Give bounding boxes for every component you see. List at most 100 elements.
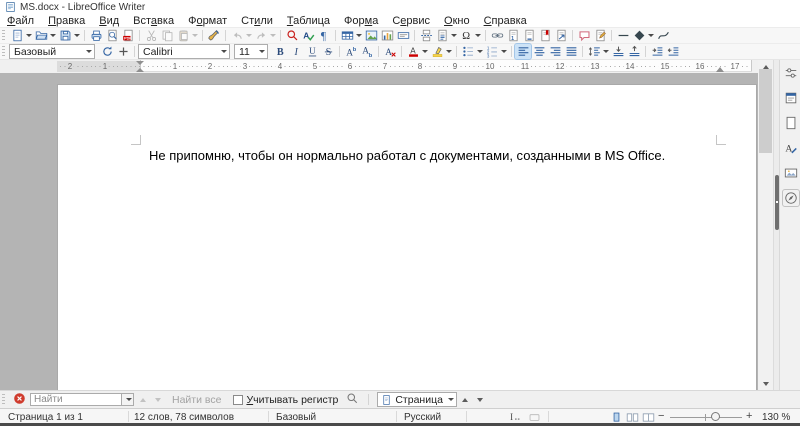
freeform-line-button[interactable] — [655, 28, 671, 43]
toolbar-grip[interactable] — [2, 394, 5, 405]
word-count-status[interactable]: 12 слов, 78 символов — [134, 412, 234, 423]
copy-button[interactable] — [159, 28, 175, 43]
zoom-in-button[interactable]: + — [746, 410, 752, 422]
insert-image-button[interactable] — [363, 28, 379, 43]
chevron-down-icon[interactable] — [356, 34, 362, 37]
zoom-slider-track[interactable] — [670, 417, 742, 418]
font-name-combobox[interactable]: Calibri — [138, 44, 230, 59]
zoom-level-status[interactable]: 130 % — [762, 412, 790, 423]
strikethrough-button[interactable]: S — [320, 44, 336, 59]
navigate-next-button[interactable] — [474, 393, 487, 406]
page-break-button[interactable] — [418, 28, 434, 43]
chevron-down-icon[interactable] — [648, 34, 654, 37]
book-view-button[interactable] — [642, 411, 655, 426]
multi-page-view-button[interactable] — [626, 411, 639, 426]
cross-reference-button[interactable] — [553, 28, 569, 43]
justify-button[interactable] — [563, 44, 579, 59]
comment-button[interactable] — [576, 28, 592, 43]
search-history-dropdown[interactable] — [122, 393, 134, 406]
para-space-inc-button[interactable] — [610, 44, 626, 59]
highlight-color-button[interactable] — [429, 44, 453, 59]
insert-line-button[interactable] — [615, 28, 631, 43]
find-next-button[interactable] — [151, 393, 164, 406]
italic-button[interactable]: I — [288, 44, 304, 59]
left-indent-marker[interactable] — [136, 68, 144, 72]
find-all-button[interactable]: Найти все — [172, 394, 221, 406]
paste-button[interactable] — [175, 28, 199, 43]
print-preview-button[interactable] — [104, 28, 120, 43]
toolbar-grip[interactable] — [2, 30, 5, 41]
export-pdf-button[interactable]: PDF — [120, 28, 136, 43]
indent-dec-button[interactable] — [665, 44, 681, 59]
search-input[interactable] — [30, 393, 122, 406]
find-and-replace-button[interactable] — [346, 392, 359, 408]
chevron-down-icon[interactable] — [477, 50, 483, 53]
zoom-slider-thumb[interactable] — [711, 412, 720, 421]
special-char-button[interactable]: Ω — [458, 28, 482, 43]
single-page-view-button[interactable] — [610, 411, 623, 426]
menu-edit[interactable]: Правка — [43, 15, 90, 27]
bold-button[interactable]: B — [272, 44, 288, 59]
subscript-button[interactable]: Ab — [359, 44, 375, 59]
menu-format[interactable]: Формат — [183, 15, 232, 27]
align-right-button[interactable] — [547, 44, 563, 59]
sidebar-tab-sidebar-settings[interactable] — [780, 60, 800, 85]
align-center-button[interactable] — [531, 44, 547, 59]
selection-mode-status[interactable] — [528, 411, 541, 426]
menu-insert[interactable]: Вставка — [128, 15, 179, 27]
menu-file[interactable]: Файл — [2, 15, 39, 27]
font-size-combobox[interactable]: 11 — [234, 44, 268, 59]
chevron-down-icon[interactable] — [192, 34, 198, 37]
print-button[interactable] — [88, 28, 104, 43]
menu-styles[interactable]: Стили — [236, 15, 278, 27]
clear-formatting-button[interactable]: A — [382, 44, 398, 59]
toolbar-grip[interactable] — [2, 46, 5, 57]
find-previous-button[interactable] — [136, 393, 149, 406]
navigate-previous-button[interactable] — [459, 393, 472, 406]
bullets-button[interactable] — [460, 44, 484, 59]
menu-form[interactable]: Форма — [339, 15, 383, 27]
chevron-down-icon[interactable] — [475, 34, 481, 37]
insert-field-button[interactable] — [434, 28, 458, 43]
language-status[interactable]: Русский — [404, 412, 441, 423]
basic-shapes-button[interactable] — [631, 28, 655, 43]
menu-window[interactable]: Окно — [439, 15, 475, 27]
redo-button[interactable] — [253, 28, 277, 43]
chevron-down-icon[interactable] — [446, 50, 452, 53]
new-style-button[interactable] — [115, 44, 131, 59]
chevron-down-icon[interactable] — [448, 398, 454, 401]
formatting-marks-button[interactable]: ¶ — [316, 28, 332, 43]
insert-table-button[interactable] — [339, 28, 363, 43]
chevron-down-icon[interactable] — [451, 34, 457, 37]
hyperlink-button[interactable] — [489, 28, 505, 43]
chevron-down-icon[interactable] — [82, 45, 94, 58]
scroll-down-button[interactable] — [758, 377, 773, 390]
chevron-down-icon[interactable] — [501, 50, 507, 53]
clone-formatting-button[interactable] — [206, 28, 222, 43]
chevron-down-icon[interactable] — [255, 45, 267, 58]
menu-table[interactable]: Таблица — [282, 15, 335, 27]
right-indent-marker[interactable] — [716, 67, 724, 72]
undo-button[interactable] — [229, 28, 253, 43]
save-button[interactable] — [57, 28, 81, 43]
scrollbar-thumb[interactable] — [759, 69, 772, 153]
first-line-indent-marker[interactable] — [136, 61, 144, 65]
align-left-button[interactable] — [515, 44, 531, 59]
sidebar-tab-navigator[interactable] — [780, 185, 800, 210]
sidebar-tab-properties[interactable] — [780, 85, 800, 110]
insert-chart-button[interactable] — [379, 28, 395, 43]
zoom-out-button[interactable]: − — [658, 410, 664, 422]
superscript-button[interactable]: Ab — [343, 44, 359, 59]
bookmark-button[interactable] — [537, 28, 553, 43]
sidebar-tab-gallery[interactable] — [780, 160, 800, 185]
footnote-button[interactable]: 1 — [505, 28, 521, 43]
sidebar-tab-styles[interactable]: A — [780, 135, 800, 160]
new-button[interactable] — [9, 28, 33, 43]
menu-help[interactable]: Справка — [479, 15, 532, 27]
chevron-down-icon[interactable] — [74, 34, 80, 37]
endnote-button[interactable] — [521, 28, 537, 43]
menu-tools[interactable]: Сервис — [387, 15, 435, 27]
cut-button[interactable] — [143, 28, 159, 43]
vertical-scrollbar[interactable] — [758, 60, 773, 390]
chevron-down-icon[interactable] — [603, 50, 609, 53]
